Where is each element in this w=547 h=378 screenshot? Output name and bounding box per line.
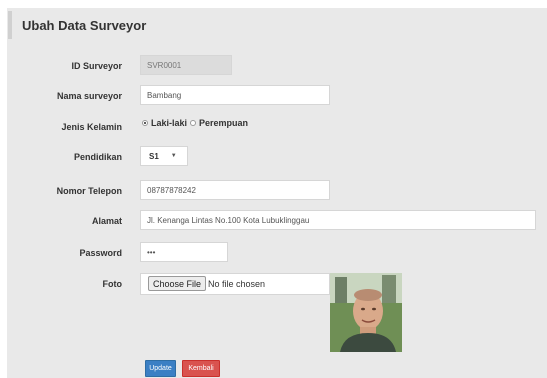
gender-option-male: Laki-laki bbox=[151, 118, 188, 128]
name-label: Nama surveyor bbox=[56, 91, 122, 101]
gender-label: Jenis Kelamin bbox=[61, 122, 122, 132]
phone-field[interactable]: 08787878242 bbox=[140, 180, 330, 200]
file-status: No file chosen bbox=[208, 279, 266, 289]
password-field[interactable]: ••• bbox=[140, 242, 228, 262]
gender-radio-male[interactable] bbox=[142, 120, 148, 126]
surveyor-photo bbox=[330, 273, 402, 352]
phone-label: Nomor Telepon bbox=[56, 186, 122, 196]
password-label: Password bbox=[79, 248, 122, 258]
title-accent-bar bbox=[8, 11, 12, 39]
back-button[interactable]: Kembali bbox=[182, 360, 220, 377]
update-button[interactable]: Update bbox=[145, 360, 176, 377]
gender-option-female: Perempuan bbox=[199, 118, 249, 128]
chevron-down-icon: ▼ bbox=[170, 153, 177, 159]
id-field: SVR0001 bbox=[140, 55, 232, 75]
education-select[interactable]: S1 ▼ bbox=[140, 146, 188, 166]
photo-label: Foto bbox=[102, 279, 123, 289]
address-label: Alamat bbox=[91, 216, 122, 226]
id-label: ID Surveyor bbox=[71, 61, 122, 71]
page-title: Ubah Data Surveyor bbox=[22, 18, 147, 33]
gender-radio-group: Laki-laki Perempuan bbox=[142, 118, 248, 128]
education-label: Pendidikan bbox=[73, 152, 122, 162]
name-field[interactable]: Bambang bbox=[140, 85, 330, 105]
education-value: S1 bbox=[149, 151, 159, 161]
address-field[interactable]: Jl. Kenanga Lintas No.100 Kota Lubukling… bbox=[140, 210, 536, 230]
gender-radio-female[interactable] bbox=[190, 120, 197, 126]
choose-file-button[interactable]: Choose File bbox=[148, 276, 207, 291]
